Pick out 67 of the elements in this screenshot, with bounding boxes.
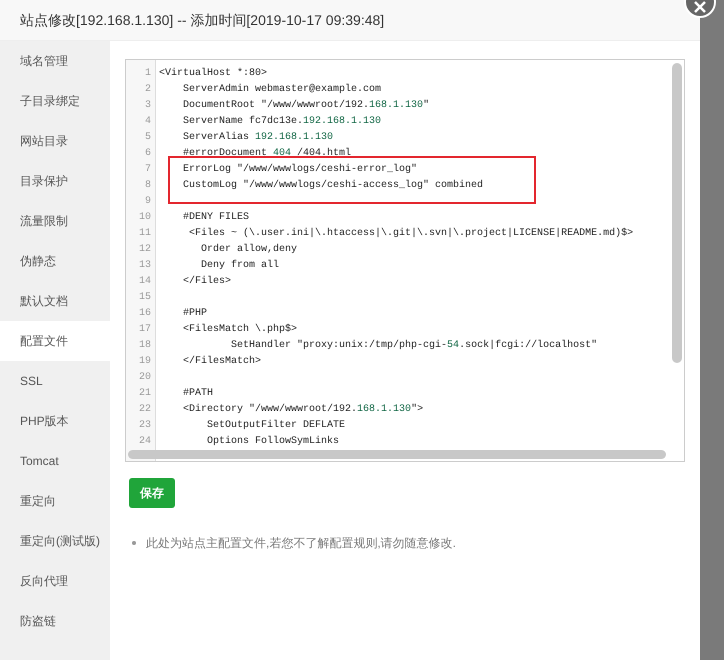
- sidebar-item[interactable]: 目录保护: [0, 161, 110, 201]
- code-line: <Directory "/www/wwwroot/192.168.1.130">: [182, 402, 424, 417]
- line-number: 11: [138, 227, 152, 241]
- code-line: </Files>: [182, 274, 232, 289]
- line-number: 16: [138, 307, 152, 321]
- sidebar-item[interactable]: 默认文档: [0, 281, 110, 321]
- line-number: 9: [144, 195, 152, 209]
- line-number: 15: [138, 291, 152, 305]
- line-number: 13: [138, 259, 152, 273]
- line-number: 2: [144, 83, 152, 97]
- line-number: 24: [138, 435, 152, 449]
- bullet-icon: [132, 541, 136, 545]
- code-line: #errorDocument 404 /404.html: [182, 146, 352, 161]
- code-line: DocumentRoot "/www/wwwroot/192.168.1.130": [182, 98, 430, 113]
- line-number: 8: [144, 179, 152, 193]
- sidebar-item[interactable]: 配置文件: [0, 321, 110, 361]
- sidebar-item[interactable]: 重定向: [0, 481, 110, 521]
- sidebar-item[interactable]: 伪静态: [0, 241, 110, 281]
- sidebar-item[interactable]: 网站目录: [0, 121, 110, 161]
- sidebar-item[interactable]: 重定向(测试版): [0, 521, 110, 561]
- code-line: SetOutputFilter DEFLATE: [206, 418, 346, 433]
- note-text: 此处为站点主配置文件,若您不了解配置规则,请勿随意修改.: [146, 535, 456, 552]
- code-line: ServerAdmin webmaster@example.com: [182, 82, 382, 97]
- sidebar-item[interactable]: 流量限制: [0, 201, 110, 241]
- code-editor[interactable]: [125, 59, 685, 462]
- code-line: ErrorLog "/www/wwwlogs/ceshi-error_log": [182, 162, 418, 177]
- vertical-scrollbar[interactable]: [672, 63, 682, 363]
- code-line: ServerAlias 192.168.1.130: [182, 130, 334, 145]
- line-number: 20: [138, 371, 152, 385]
- line-number: 5: [144, 131, 152, 145]
- line-number: 17: [138, 323, 152, 337]
- code-line: <VirtualHost *:80>: [159, 66, 268, 81]
- horizontal-scrollbar[interactable]: [128, 450, 666, 459]
- line-number: 21: [138, 387, 152, 401]
- sidebar-item[interactable]: Tomcat: [0, 441, 110, 481]
- line-number: 7: [144, 163, 152, 177]
- line-number: 12: [138, 243, 152, 257]
- code-line: Options FollowSymLinks: [206, 434, 340, 449]
- line-number: 3: [144, 99, 152, 113]
- close-icon: [694, 1, 706, 13]
- dialog-title: 站点修改[192.168.1.130] -- 添加时间[2019-10-17 09:39:48]: [0, 0, 700, 41]
- sidebar-item[interactable]: 防盗链: [0, 601, 110, 641]
- line-number: 1: [144, 67, 152, 81]
- line-number: 14: [138, 275, 152, 289]
- code-line: SetHandler "proxy:unix:/tmp/php-cgi-54.sock|fcgi://localhost": [230, 338, 598, 353]
- code-line: Order allow,deny: [200, 242, 298, 257]
- line-number: 10: [138, 211, 152, 225]
- line-number: 22: [138, 403, 152, 417]
- sidebar-item[interactable]: 反向代理: [0, 561, 110, 601]
- code-line: <Files ~ (\.user.ini|\.htaccess|\.git|\.svn|\.project|LICENSE|README.md)$>: [188, 226, 634, 241]
- line-number: 23: [138, 419, 152, 433]
- sidebar-item[interactable]: 域名管理: [0, 41, 110, 81]
- code-line: #PATH: [182, 387, 214, 401]
- code-line: Deny from all: [200, 258, 280, 273]
- sidebar-item[interactable]: 子目录绑定: [0, 81, 110, 121]
- line-number: 6: [144, 147, 152, 161]
- code-line: <FilesMatch \.php$>: [182, 322, 298, 337]
- line-number: 19: [138, 355, 152, 369]
- sidebar-item[interactable]: SSL: [0, 361, 110, 401]
- line-number: 4: [144, 115, 152, 129]
- line-number: 18: [138, 339, 152, 353]
- sidebar-item[interactable]: PHP版本: [0, 401, 110, 441]
- code-line: </FilesMatch>: [182, 354, 262, 369]
- code-line: #PHP: [182, 307, 208, 321]
- code-line: CustomLog "/www/wwwlogs/ceshi-access_log" combined: [182, 178, 484, 193]
- code-line: #DENY FILES: [182, 211, 250, 225]
- code-line: ServerName fc7dc13e.192.168.1.130: [182, 114, 382, 129]
